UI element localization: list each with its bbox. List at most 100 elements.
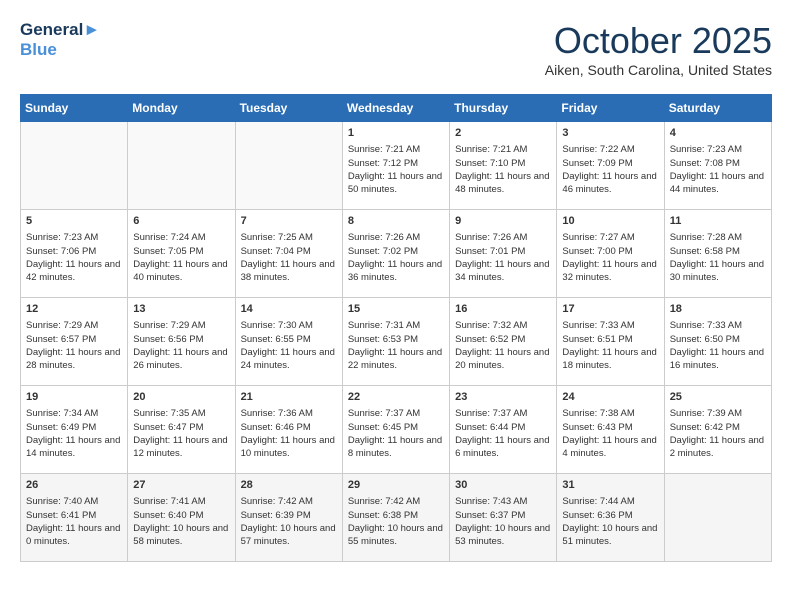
day-number: 27 (133, 478, 229, 493)
calendar-cell: 30 Sunrise: 7:43 AM Sunset: 6:37 PM Dayli… (450, 474, 557, 562)
calendar-week-1: 1 Sunrise: 7:21 AM Sunset: 7:12 PM Daylig… (21, 122, 772, 210)
day-number: 25 (670, 390, 766, 405)
day-number: 23 (455, 390, 551, 405)
day-info: Sunrise: 7:43 AM Sunset: 6:37 PM Dayligh… (455, 495, 551, 548)
day-info: Sunrise: 7:41 AM Sunset: 6:40 PM Dayligh… (133, 495, 229, 548)
day-info: Sunrise: 7:33 AM Sunset: 6:51 PM Dayligh… (562, 319, 658, 372)
day-info: Sunrise: 7:30 AM Sunset: 6:55 PM Dayligh… (241, 319, 337, 372)
day-number: 3 (562, 126, 658, 141)
day-info: Sunrise: 7:23 AM Sunset: 7:06 PM Dayligh… (26, 231, 122, 284)
day-number: 20 (133, 390, 229, 405)
title-block: October 2025 Aiken, South Carolina, Unit… (545, 20, 772, 78)
day-info: Sunrise: 7:34 AM Sunset: 6:49 PM Dayligh… (26, 407, 122, 460)
day-info: Sunrise: 7:21 AM Sunset: 7:10 PM Dayligh… (455, 143, 551, 196)
day-info: Sunrise: 7:37 AM Sunset: 6:44 PM Dayligh… (455, 407, 551, 460)
calendar-cell: 2Sunrise: 7:21 AM Sunset: 7:10 PM Daylig… (450, 122, 557, 210)
day-info: Sunrise: 7:37 AM Sunset: 6:45 PM Dayligh… (348, 407, 444, 460)
logo-line1: General► (20, 20, 100, 40)
calendar-cell: 1 Sunrise: 7:21 AM Sunset: 7:12 PM Daylig… (342, 122, 449, 210)
calendar-cell: 20 Sunrise: 7:35 AM Sunset: 6:47 PM Dayli… (128, 386, 235, 474)
calendar-cell: 15Sunrise: 7:31 AM Sunset: 6:53 PM Dayli… (342, 298, 449, 386)
day-info: Sunrise: 7:39 AM Sunset: 6:42 PM Dayligh… (670, 407, 766, 460)
day-header-monday: Monday (128, 95, 235, 122)
day-header-friday: Friday (557, 95, 664, 122)
day-number: 16 (455, 302, 551, 317)
day-header-sunday: Sunday (21, 95, 128, 122)
calendar-cell (21, 122, 128, 210)
day-number: 6 (133, 214, 229, 229)
month-title: October 2025 (545, 20, 772, 62)
calendar-cell: 8 Sunrise: 7:26 AM Sunset: 7:02 PM Daylig… (342, 210, 449, 298)
calendar-cell: 28 Sunrise: 7:42 AM Sunset: 6:39 PM Dayli… (235, 474, 342, 562)
calendar-cell: 31Sunrise: 7:44 AM Sunset: 6:36 PM Dayli… (557, 474, 664, 562)
calendar-week-4: 19 Sunrise: 7:34 AM Sunset: 6:49 PM Dayli… (21, 386, 772, 474)
day-number: 7 (241, 214, 337, 229)
calendar-cell: 4Sunrise: 7:23 AM Sunset: 7:08 PM Daylig… (664, 122, 771, 210)
day-number: 13 (133, 302, 229, 317)
calendar-cell: 12Sunrise: 7:29 AM Sunset: 6:57 PM Dayli… (21, 298, 128, 386)
day-info: Sunrise: 7:32 AM Sunset: 6:52 PM Dayligh… (455, 319, 551, 372)
calendar-cell: 23 Sunrise: 7:37 AM Sunset: 6:44 PM Dayli… (450, 386, 557, 474)
day-number: 5 (26, 214, 122, 229)
day-number: 22 (348, 390, 444, 405)
calendar-cell: 25 Sunrise: 7:39 AM Sunset: 6:42 PM Dayli… (664, 386, 771, 474)
calendar-cell: 9 Sunrise: 7:26 AM Sunset: 7:01 PM Daylig… (450, 210, 557, 298)
logo: General► Blue (20, 20, 100, 59)
day-number: 10 (562, 214, 658, 229)
calendar-cell: 6 Sunrise: 7:24 AM Sunset: 7:05 PM Daylig… (128, 210, 235, 298)
day-info: Sunrise: 7:40 AM Sunset: 6:41 PM Dayligh… (26, 495, 122, 548)
day-info: Sunrise: 7:26 AM Sunset: 7:02 PM Dayligh… (348, 231, 444, 284)
day-number: 29 (348, 478, 444, 493)
calendar-week-5: 26 Sunrise: 7:40 AM Sunset: 6:41 PM Dayli… (21, 474, 772, 562)
calendar-cell: 14 Sunrise: 7:30 AM Sunset: 6:55 PM Dayli… (235, 298, 342, 386)
day-info: Sunrise: 7:42 AM Sunset: 6:39 PM Dayligh… (241, 495, 337, 548)
calendar-cell: 22 Sunrise: 7:37 AM Sunset: 6:45 PM Dayli… (342, 386, 449, 474)
day-number: 24 (562, 390, 658, 405)
calendar-cell (664, 474, 771, 562)
day-info: Sunrise: 7:21 AM Sunset: 7:12 PM Dayligh… (348, 143, 444, 196)
calendar-cell: 5 Sunrise: 7:23 AM Sunset: 7:06 PM Daylig… (21, 210, 128, 298)
day-number: 31 (562, 478, 658, 493)
day-info: Sunrise: 7:24 AM Sunset: 7:05 PM Dayligh… (133, 231, 229, 284)
day-header-thursday: Thursday (450, 95, 557, 122)
day-number: 8 (348, 214, 444, 229)
day-number: 12 (26, 302, 122, 317)
calendar-cell: 19 Sunrise: 7:34 AM Sunset: 6:49 PM Dayli… (21, 386, 128, 474)
page-header: General► Blue October 2025 Aiken, South … (20, 20, 772, 78)
day-number: 9 (455, 214, 551, 229)
day-number: 11 (670, 214, 766, 229)
calendar-week-3: 12Sunrise: 7:29 AM Sunset: 6:57 PM Dayli… (21, 298, 772, 386)
day-info: Sunrise: 7:27 AM Sunset: 7:00 PM Dayligh… (562, 231, 658, 284)
day-number: 26 (26, 478, 122, 493)
day-number: 30 (455, 478, 551, 493)
day-number: 1 (348, 126, 444, 141)
calendar-cell: 27 Sunrise: 7:41 AM Sunset: 6:40 PM Dayli… (128, 474, 235, 562)
location: Aiken, South Carolina, United States (545, 62, 772, 78)
calendar-cell (128, 122, 235, 210)
calendar-cell: 11 Sunrise: 7:28 AM Sunset: 6:58 PM Dayli… (664, 210, 771, 298)
calendar-cell: 3Sunrise: 7:22 AM Sunset: 7:09 PM Daylig… (557, 122, 664, 210)
calendar-cell: 16 Sunrise: 7:32 AM Sunset: 6:52 PM Dayli… (450, 298, 557, 386)
day-info: Sunrise: 7:28 AM Sunset: 6:58 PM Dayligh… (670, 231, 766, 284)
day-info: Sunrise: 7:29 AM Sunset: 6:56 PM Dayligh… (133, 319, 229, 372)
calendar-cell: 21Sunrise: 7:36 AM Sunset: 6:46 PM Dayli… (235, 386, 342, 474)
day-number: 19 (26, 390, 122, 405)
calendar-cell: 10 Sunrise: 7:27 AM Sunset: 7:00 PM Dayli… (557, 210, 664, 298)
day-number: 17 (562, 302, 658, 317)
day-info: Sunrise: 7:42 AM Sunset: 6:38 PM Dayligh… (348, 495, 444, 548)
day-header-tuesday: Tuesday (235, 95, 342, 122)
day-info: Sunrise: 7:35 AM Sunset: 6:47 PM Dayligh… (133, 407, 229, 460)
calendar-cell: 17 Sunrise: 7:33 AM Sunset: 6:51 PM Dayli… (557, 298, 664, 386)
day-info: Sunrise: 7:31 AM Sunset: 6:53 PM Dayligh… (348, 319, 444, 372)
day-info: Sunrise: 7:25 AM Sunset: 7:04 PM Dayligh… (241, 231, 337, 284)
calendar-table: SundayMondayTuesdayWednesdayThursdayFrid… (20, 94, 772, 562)
day-number: 18 (670, 302, 766, 317)
logo-line2: Blue (20, 40, 100, 60)
day-info: Sunrise: 7:26 AM Sunset: 7:01 PM Dayligh… (455, 231, 551, 284)
day-number: 28 (241, 478, 337, 493)
day-number: 14 (241, 302, 337, 317)
day-number: 21 (241, 390, 337, 405)
calendar-cell: 18Sunrise: 7:33 AM Sunset: 6:50 PM Dayli… (664, 298, 771, 386)
calendar-week-2: 5 Sunrise: 7:23 AM Sunset: 7:06 PM Daylig… (21, 210, 772, 298)
day-number: 4 (670, 126, 766, 141)
